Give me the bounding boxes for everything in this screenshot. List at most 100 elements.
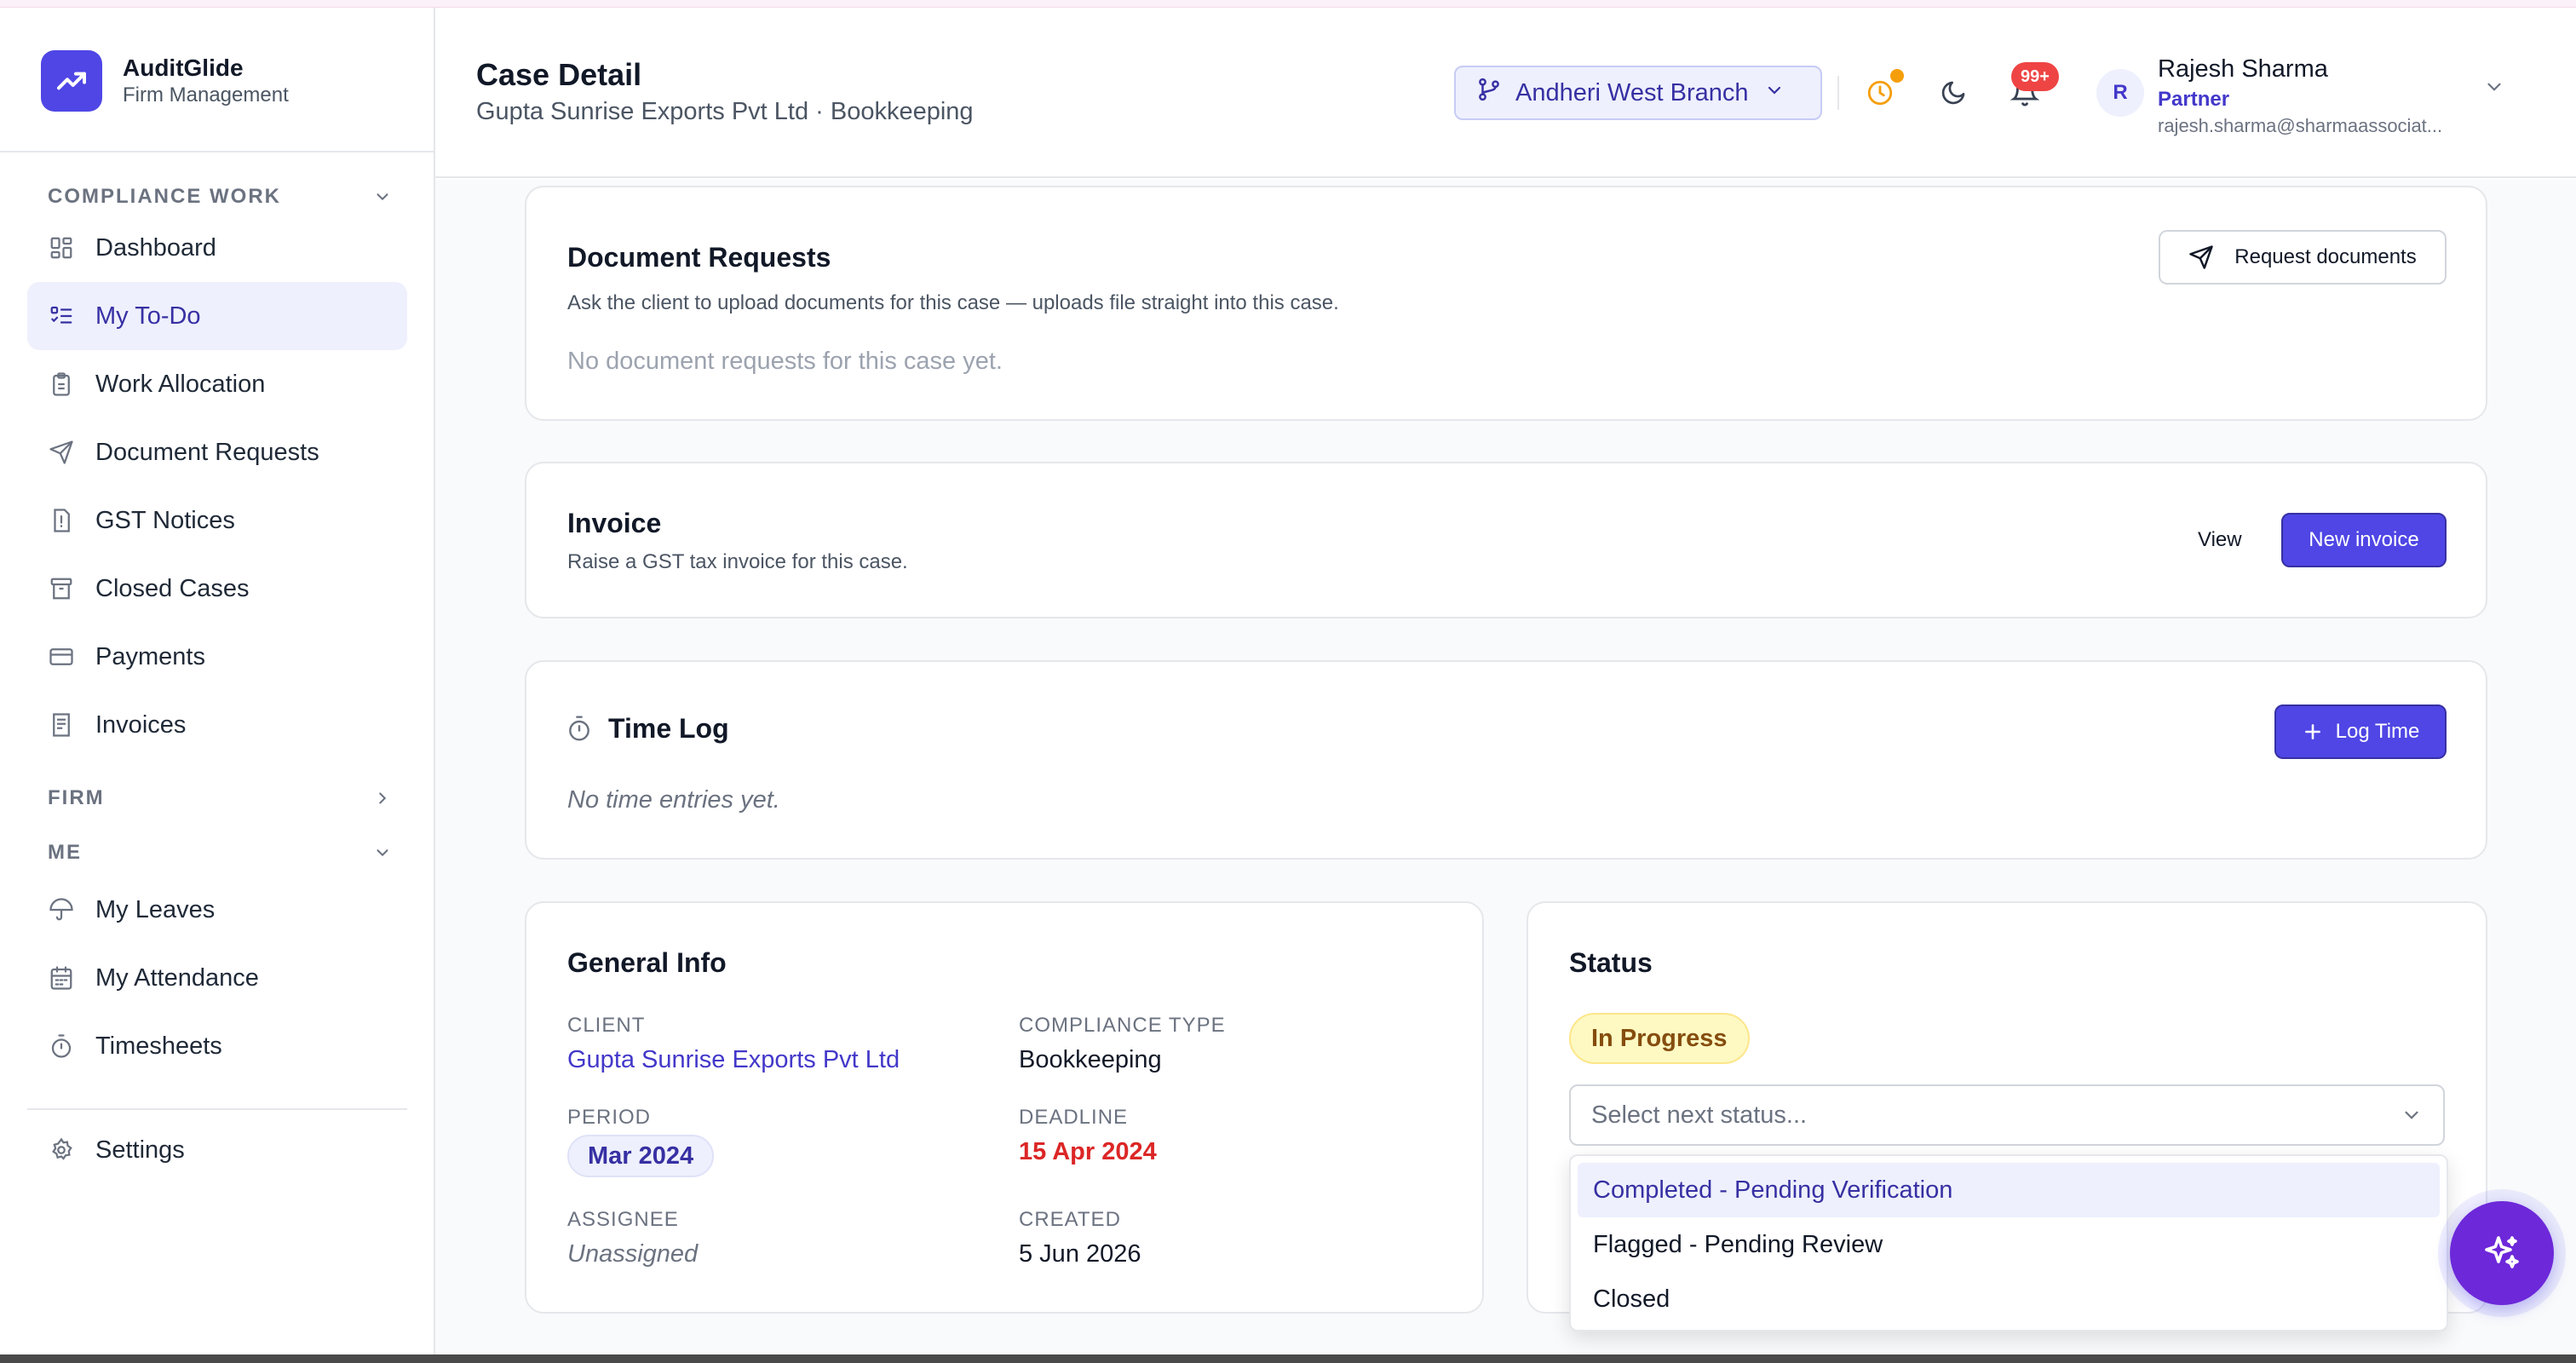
card-title: Status bbox=[1569, 947, 1653, 978]
client-link[interactable]: Gupta Sunrise Exports Pvt Ltd bbox=[567, 1046, 900, 1074]
log-time-button[interactable]: Log Time bbox=[2274, 705, 2447, 759]
dashboard-grid-icon bbox=[48, 234, 75, 262]
view-invoice-button[interactable]: View bbox=[2198, 528, 2242, 552]
brand-name: AuditGlide bbox=[123, 55, 244, 81]
page-subtitle: Gupta Sunrise Exports Pvt Ltd · Bookkeep… bbox=[476, 98, 974, 125]
notification-badge: 99+ bbox=[2011, 62, 2059, 91]
status-option[interactable]: Completed - Pending Verification bbox=[1578, 1163, 2440, 1217]
sidebar-item-timesheets[interactable]: Timesheets bbox=[27, 1012, 407, 1080]
deadline-label: DEADLINE bbox=[1019, 1106, 1129, 1129]
user-role: Partner bbox=[2158, 88, 2230, 111]
avatar[interactable]: R bbox=[2096, 69, 2144, 117]
user-email: rajesh.sharma@sharmaassociat... bbox=[2158, 115, 2443, 136]
sidebar-item-gst-notices[interactable]: GST Notices bbox=[27, 486, 407, 555]
checklist-icon bbox=[48, 302, 75, 330]
sidebar-item-label: Invoices bbox=[95, 710, 187, 739]
period-badge: Mar 2024 bbox=[567, 1135, 715, 1177]
sidebar-item-label: Payments bbox=[95, 642, 205, 670]
calendar-icon bbox=[48, 964, 75, 992]
new-invoice-button[interactable]: New invoice bbox=[2281, 513, 2447, 567]
sidebar-item-label: Dashboard bbox=[95, 233, 216, 262]
chevron-down-icon bbox=[377, 849, 388, 857]
receipt-icon bbox=[48, 711, 75, 739]
brand[interactable]: AuditGlide Firm Management bbox=[41, 50, 289, 112]
created-label: CREATED bbox=[1019, 1208, 1121, 1231]
top-header: Case Detail Gupta Sunrise Exports Pvt Lt… bbox=[435, 8, 2576, 178]
top-accent-bar bbox=[0, 0, 2576, 8]
compliance-type-value: Bookkeeping bbox=[1019, 1046, 1162, 1073]
divider bbox=[27, 1108, 407, 1110]
deadline-value: 15 Apr 2024 bbox=[1019, 1138, 1157, 1165]
time-log-card: Time Log No time entries yet. Log Time bbox=[525, 660, 2487, 860]
sidebar-item-my-attendance[interactable]: My Attendance bbox=[27, 944, 407, 1012]
button-label: Log Time bbox=[2335, 720, 2420, 743]
sidebar-item-label: Closed Cases bbox=[95, 574, 250, 602]
compliance-type-label: COMPLIANCE TYPE bbox=[1019, 1014, 1226, 1037]
sidebar-item-invoices[interactable]: Invoices bbox=[27, 691, 407, 759]
status-option[interactable]: Closed bbox=[1578, 1272, 2440, 1326]
empty-state: No document requests for this case yet. bbox=[567, 348, 1003, 375]
sidebar-item-label: GST Notices bbox=[95, 506, 235, 534]
assignee-value: Unassigned bbox=[567, 1240, 699, 1268]
card-description: Ask the client to upload documents for t… bbox=[567, 291, 1339, 314]
invoice-card: Invoice Raise a GST tax invoice for this… bbox=[525, 462, 2487, 618]
sidebar-item-label: My To-Do bbox=[95, 302, 201, 330]
sidebar-item-my-todo[interactable]: My To-Do bbox=[27, 282, 407, 350]
chevron-down-icon[interactable] bbox=[2483, 76, 2505, 102]
client-label: CLIENT bbox=[567, 1014, 646, 1037]
gear-icon bbox=[48, 1136, 75, 1164]
plus-icon bbox=[2302, 721, 2324, 743]
status-dropdown-menu: Completed - Pending Verification Flagged… bbox=[1569, 1154, 2448, 1331]
card-description: Raise a GST tax invoice for this case. bbox=[567, 550, 908, 573]
send-icon bbox=[48, 439, 75, 466]
card-title: Invoice bbox=[567, 508, 662, 538]
chevron-down-icon bbox=[2401, 1104, 2423, 1126]
section-label: COMPLIANCE WORK bbox=[48, 185, 281, 208]
sidebar-item-work-allocation[interactable]: Work Allocation bbox=[27, 350, 407, 418]
sidebar-item-label: Timesheets bbox=[95, 1032, 222, 1060]
sparkles-icon bbox=[2481, 1233, 2522, 1274]
sidebar-item-label: Document Requests bbox=[95, 438, 319, 466]
umbrella-icon bbox=[48, 896, 75, 923]
trending-up-icon bbox=[41, 50, 102, 112]
section-me[interactable]: ME bbox=[48, 841, 392, 865]
sidebar-item-label: My Leaves bbox=[95, 895, 216, 923]
sidebar-item-label: Work Allocation bbox=[95, 370, 266, 398]
chevron-down-icon bbox=[377, 193, 388, 201]
sidebar-item-dashboard[interactable]: Dashboard bbox=[27, 214, 407, 282]
created-value: 5 Jun 2026 bbox=[1019, 1240, 1141, 1268]
general-info-card: General Info CLIENT Gupta Sunrise Export… bbox=[525, 901, 1484, 1314]
document-requests-card: Document Requests Ask the client to uplo… bbox=[525, 186, 2487, 421]
sidebar-item-my-leaves[interactable]: My Leaves bbox=[27, 876, 407, 944]
sidebar-item-label: My Attendance bbox=[95, 963, 259, 992]
send-icon bbox=[2188, 244, 2214, 270]
sidebar-item-settings[interactable]: Settings bbox=[27, 1116, 407, 1184]
card-icon bbox=[48, 643, 75, 670]
empty-state: No time entries yet. bbox=[567, 786, 780, 814]
sidebar-item-document-requests[interactable]: Document Requests bbox=[27, 418, 407, 486]
section-firm[interactable]: FIRM bbox=[48, 786, 392, 810]
window-bottom-edge bbox=[0, 1354, 2576, 1363]
assignee-label: ASSIGNEE bbox=[567, 1208, 679, 1231]
moon-icon[interactable] bbox=[1936, 76, 1970, 110]
next-status-select[interactable]: Select next status... bbox=[1569, 1084, 2445, 1146]
page-title: Case Detail bbox=[476, 57, 642, 92]
app-window: AuditGlide Firm Management COMPLIANCE WO… bbox=[0, 0, 2576, 1363]
branch-label: Andheri West Branch bbox=[1515, 78, 1749, 106]
section-compliance-work[interactable]: COMPLIANCE WORK bbox=[48, 185, 392, 209]
ai-assistant-button[interactable] bbox=[2450, 1201, 2554, 1305]
status-option[interactable]: Flagged - Pending Review bbox=[1578, 1217, 2440, 1272]
sidebar-item-label: Settings bbox=[95, 1136, 185, 1164]
sidebar-item-closed-cases[interactable]: Closed Cases bbox=[27, 555, 407, 623]
archive-icon bbox=[48, 575, 75, 602]
brand-subtitle: Firm Management bbox=[123, 83, 289, 106]
section-label: FIRM bbox=[48, 786, 105, 809]
card-title: Document Requests bbox=[567, 242, 831, 273]
chevron-down-icon bbox=[1764, 79, 1785, 107]
branch-selector[interactable]: Andheri West Branch bbox=[1454, 66, 1822, 120]
card-title: General Info bbox=[567, 947, 727, 978]
status-badge: In Progress bbox=[1569, 1013, 1750, 1064]
sidebar-item-payments[interactable]: Payments bbox=[27, 623, 407, 691]
request-documents-button[interactable]: Request documents bbox=[2159, 230, 2447, 285]
section-label: ME bbox=[48, 841, 82, 864]
